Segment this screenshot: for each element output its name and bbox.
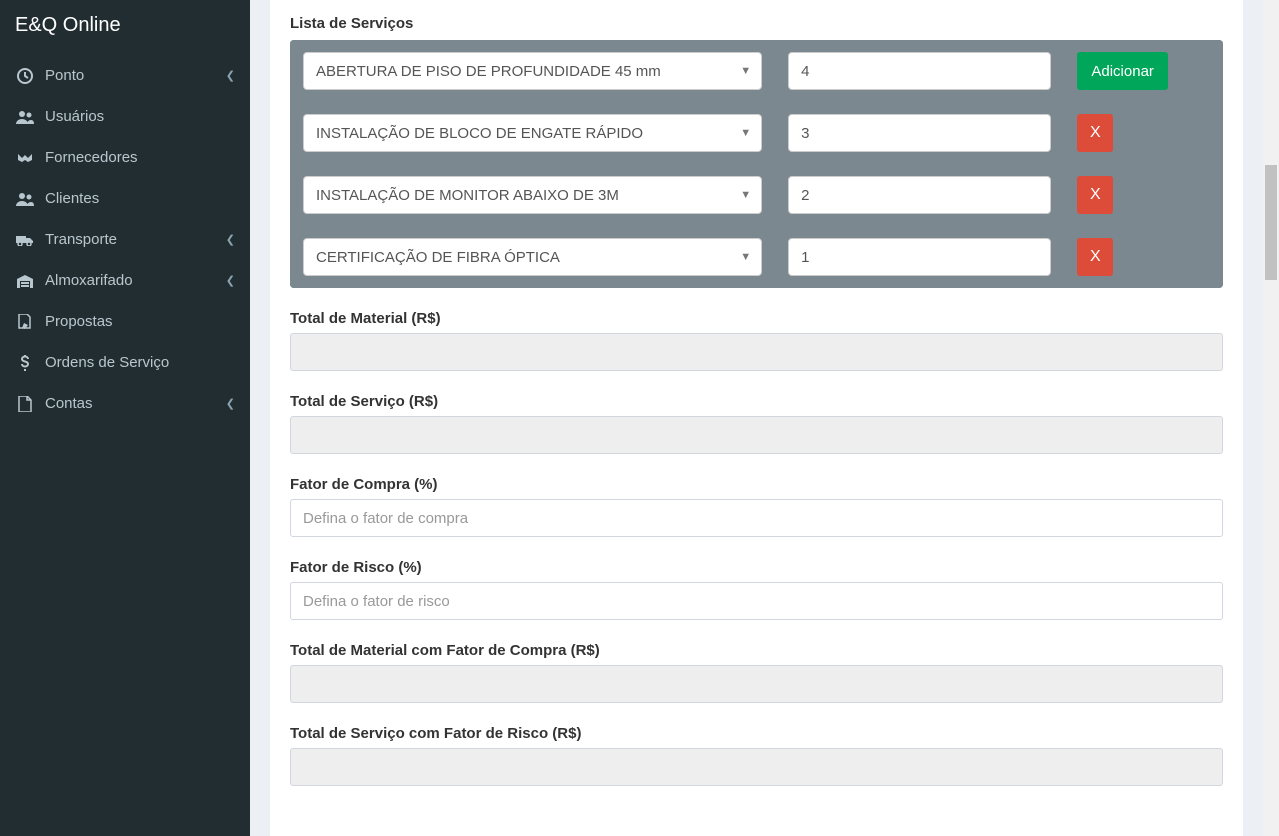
sidebar-item-label: Propostas: [45, 313, 113, 330]
total-servico-fator-label: Total de Serviço com Fator de Risco (R$): [290, 725, 1223, 742]
total-servico-input: [290, 416, 1223, 454]
service-select[interactable]: INSTALAÇÃO DE BLOCO DE ENGATE RÁPIDO ▼: [303, 114, 762, 152]
table-row: INSTALAÇÃO DE BLOCO DE ENGATE RÁPIDO ▼ X: [290, 102, 1223, 164]
quantity-input[interactable]: [788, 176, 1051, 214]
file-icon: [15, 396, 35, 412]
table-row: ABERTURA DE PISO DE PROFUNDIDADE 45 mm ▼…: [290, 40, 1223, 102]
content-wrap: Lista de Serviços ABERTURA DE PISO DE PR…: [250, 0, 1263, 836]
sidebar-item-almoxarifado[interactable]: Almoxarifado ❮: [0, 260, 250, 301]
service-select[interactable]: CERTIFICAÇÃO DE FIBRA ÓPTICA ▼: [303, 238, 762, 276]
sidebar-item-label: Ordens de Serviço: [45, 354, 169, 371]
total-material-fator-label: Total de Material com Fator de Compra (R…: [290, 642, 1223, 659]
total-servico-fator-input: [290, 748, 1223, 786]
sidebar-item-label: Ponto: [45, 67, 84, 84]
caret-down-icon: ▼: [740, 189, 751, 201]
users-icon: [15, 110, 35, 124]
scrollbar[interactable]: [1263, 0, 1279, 836]
sidebar-item-label: Almoxarifado: [45, 272, 133, 289]
quantity-input[interactable]: [788, 52, 1051, 90]
remove-button[interactable]: X: [1077, 238, 1113, 276]
chevron-left-icon: ❮: [226, 274, 235, 287]
users-icon: [15, 192, 35, 206]
quantity-input[interactable]: [788, 114, 1051, 152]
file-signature-icon: [15, 314, 35, 330]
warehouse-icon: [15, 274, 35, 288]
service-select[interactable]: ABERTURA DE PISO DE PROFUNDIDADE 45 mm ▼: [303, 52, 762, 90]
service-select-value: ABERTURA DE PISO DE PROFUNDIDADE 45 mm: [316, 63, 661, 80]
sidebar-item-label: Fornecedores: [45, 149, 138, 166]
clock-icon: [15, 68, 35, 84]
service-table: ABERTURA DE PISO DE PROFUNDIDADE 45 mm ▼…: [290, 40, 1223, 288]
add-button[interactable]: Adicionar: [1077, 52, 1168, 90]
sidebar-item-contas[interactable]: Contas ❮: [0, 383, 250, 424]
brand-title: E&Q Online: [0, 0, 250, 50]
service-select-value: INSTALAÇÃO DE BLOCO DE ENGATE RÁPIDO: [316, 125, 643, 142]
sidebar-item-label: Transporte: [45, 231, 117, 248]
sidebar-item-transporte[interactable]: Transporte ❮: [0, 219, 250, 260]
sidebar-item-label: Usuários: [45, 108, 104, 125]
fator-risco-label: Fator de Risco (%): [290, 559, 1223, 576]
service-select-value: CERTIFICAÇÃO DE FIBRA ÓPTICA: [316, 249, 560, 266]
chevron-left-icon: ❮: [226, 69, 235, 82]
remove-button[interactable]: X: [1077, 176, 1113, 214]
table-row: INSTALAÇÃO DE MONITOR ABAIXO DE 3M ▼ X: [290, 164, 1223, 226]
sidebar-item-ordens-servico[interactable]: Ordens de Serviço: [0, 342, 250, 383]
service-select[interactable]: INSTALAÇÃO DE MONITOR ABAIXO DE 3M ▼: [303, 176, 762, 214]
sidebar-item-fornecedores[interactable]: Fornecedores: [0, 137, 250, 178]
caret-down-icon: ▼: [740, 127, 751, 139]
dollar-icon: [15, 355, 35, 371]
sidebar-item-clientes[interactable]: Clientes: [0, 178, 250, 219]
service-select-value: INSTALAÇÃO DE MONITOR ABAIXO DE 3M: [316, 187, 619, 204]
handshake-icon: [15, 152, 35, 164]
chevron-left-icon: ❮: [226, 397, 235, 410]
table-row: CERTIFICAÇÃO DE FIBRA ÓPTICA ▼ X: [290, 226, 1223, 288]
total-material-fator-input: [290, 665, 1223, 703]
sidebar: E&Q Online Ponto ❮ Usuários Fornecedores…: [0, 0, 250, 836]
sidebar-item-label: Clientes: [45, 190, 99, 207]
sidebar-item-usuarios[interactable]: Usuários: [0, 96, 250, 137]
total-material-input: [290, 333, 1223, 371]
fator-risco-input[interactable]: [290, 582, 1223, 620]
sidebar-item-label: Contas: [45, 395, 93, 412]
services-title: Lista de Serviços: [290, 15, 1223, 32]
fator-compra-input[interactable]: [290, 499, 1223, 537]
content: Lista de Serviços ABERTURA DE PISO DE PR…: [270, 0, 1243, 836]
scrollbar-thumb[interactable]: [1265, 165, 1277, 280]
quantity-input[interactable]: [788, 238, 1051, 276]
sidebar-item-ponto[interactable]: Ponto ❮: [0, 55, 250, 96]
total-servico-label: Total de Serviço (R$): [290, 393, 1223, 410]
chevron-left-icon: ❮: [226, 233, 235, 246]
nav-list: Ponto ❮ Usuários Fornecedores Clientes T…: [0, 50, 250, 424]
caret-down-icon: ▼: [740, 65, 751, 77]
fator-compra-label: Fator de Compra (%): [290, 476, 1223, 493]
caret-down-icon: ▼: [740, 251, 751, 263]
remove-button[interactable]: X: [1077, 114, 1113, 152]
sidebar-item-propostas[interactable]: Propostas: [0, 301, 250, 342]
total-material-label: Total de Material (R$): [290, 310, 1223, 327]
truck-icon: [15, 234, 35, 246]
